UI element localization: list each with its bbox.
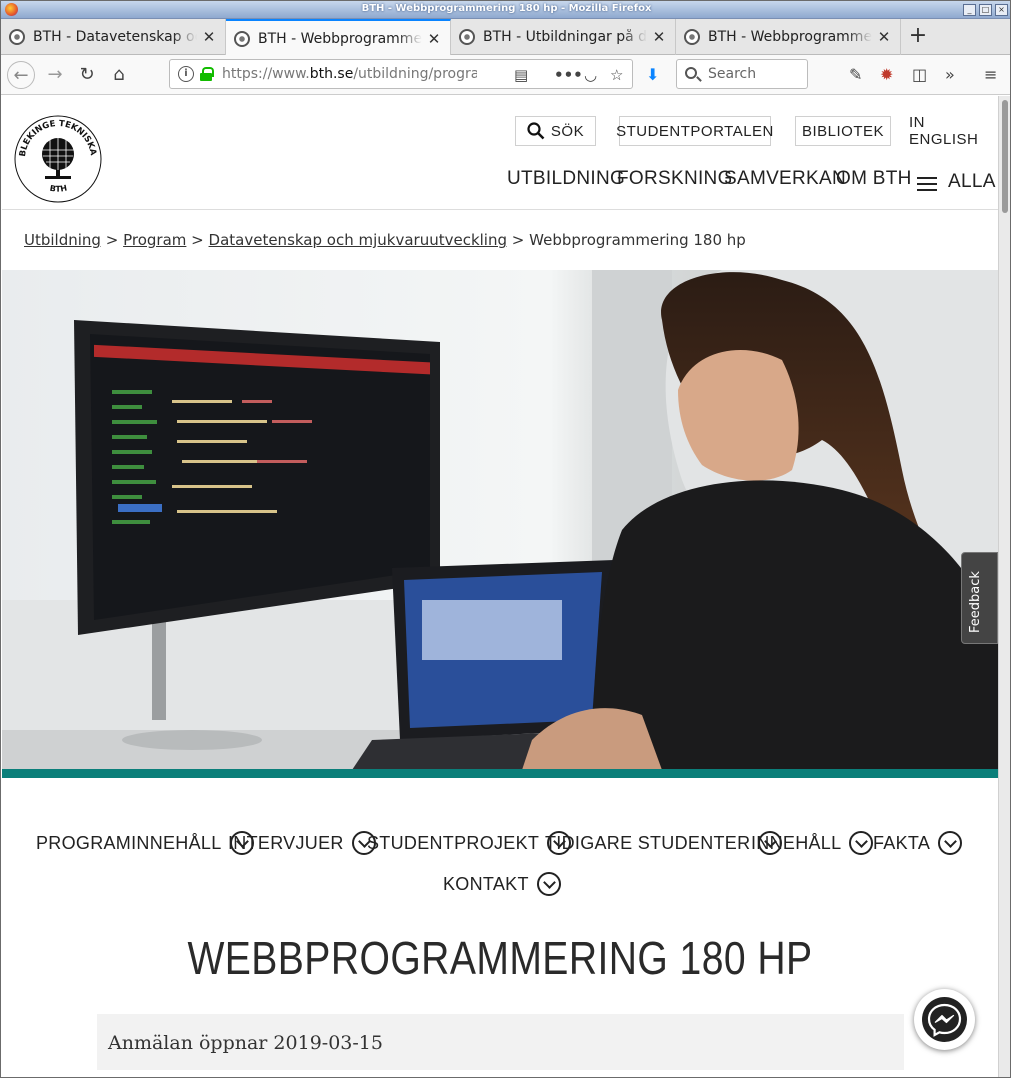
forward-button[interactable]: → xyxy=(41,61,69,89)
url-text[interactable]: https://www.bth.se/utbildning/program/ xyxy=(222,66,477,82)
back-button[interactable]: ← xyxy=(7,61,35,89)
subnav-tidigare-studenter[interactable]: TIDIGARE STUDENTER xyxy=(545,831,783,855)
reader-view-icon[interactable]: ▤ xyxy=(514,66,528,84)
pocket-icon[interactable]: ◡ xyxy=(584,66,597,84)
hero-image xyxy=(2,270,998,770)
nav-samverkan[interactable]: SAMVERKAN xyxy=(724,168,846,190)
navigation-toolbar: ← → ↻ ⌂ i https://www.bth.se/utbildning/… xyxy=(1,55,1010,95)
messenger-icon xyxy=(922,997,967,1042)
chevron-down-icon xyxy=(849,831,874,855)
breadcrumb-separator: > xyxy=(511,231,525,249)
application-info-text: Anmälan öppnar 2019-03-15 xyxy=(108,1032,383,1054)
subnav-fakta[interactable]: FAKTA xyxy=(873,831,963,855)
page-content: BLEKINGE TEKNISKA HÖGSKOLA BTH SÖK STUDE… xyxy=(2,96,998,1077)
close-tab-icon[interactable]: ✕ xyxy=(426,30,442,48)
bth-favicon-icon xyxy=(459,29,475,45)
subnav-label: STUDENTPROJEKT xyxy=(367,832,540,853)
english-link[interactable]: IN ENGLISH xyxy=(909,114,989,148)
page-actions-icon[interactable]: ••• xyxy=(554,66,583,84)
bth-logo[interactable]: BLEKINGE TEKNISKA HÖGSKOLA BTH xyxy=(13,114,103,204)
tab-label: BTH - Webbprogrammering xyxy=(708,29,872,45)
url-bar[interactable]: i https://www.bth.se/utbildning/program/… xyxy=(169,59,633,89)
bth-favicon-icon xyxy=(9,29,25,45)
bth-favicon-icon xyxy=(684,29,700,45)
close-tab-icon[interactable]: ✕ xyxy=(201,28,217,46)
tab-label: BTH - Webbprogrammering xyxy=(258,30,422,47)
subnav-label: KONTAKT xyxy=(443,873,529,894)
library-button[interactable]: BIBLIOTEK xyxy=(795,116,891,146)
info-icon[interactable]: i xyxy=(178,66,194,82)
hamburger-menu-icon[interactable] xyxy=(917,177,937,191)
subnav-label: TIDIGARE STUDENTER xyxy=(545,832,751,853)
tab-webbprogrammering-2[interactable]: BTH - Webbprogrammering ✕ xyxy=(676,19,901,55)
lock-icon[interactable] xyxy=(200,67,214,81)
menu-hamburger-icon[interactable]: ≡ xyxy=(984,65,997,84)
chevron-down-icon xyxy=(536,872,561,896)
subnav-innehall[interactable]: INNEHÅLL xyxy=(751,831,874,855)
sidebar-icon[interactable]: ◫ xyxy=(912,65,927,84)
bookmark-star-icon[interactable]: ☆ xyxy=(610,66,623,84)
page-title: WEBBPROGRAMMERING 180 HP xyxy=(187,932,813,984)
subnav-programinnehall[interactable]: PROGRAMINNEHÅLL xyxy=(36,831,254,855)
title-bar: BTH - Webbprogrammering 180 hp - Mozilla… xyxy=(1,1,1010,19)
eyedropper-icon[interactable]: ✎ xyxy=(849,65,862,84)
nav-om-bth[interactable]: OM BTH xyxy=(836,168,912,190)
tab-bar: BTH - Datavetenskap och ✕ BTH - Webbprog… xyxy=(1,19,1010,56)
search-icon xyxy=(527,122,545,140)
reload-button[interactable]: ↻ xyxy=(73,61,101,89)
new-tab-button[interactable]: + xyxy=(904,19,932,55)
breadcrumb-datavetenskap[interactable]: Datavetenskap och mjukvaruutveckling xyxy=(209,231,507,249)
minimize-button[interactable]: _ xyxy=(963,4,976,16)
tab-utbildningar[interactable]: BTH - Utbildningar på dis ✕ xyxy=(451,19,676,55)
search-bar[interactable]: Search xyxy=(676,59,808,89)
studentportal-button[interactable]: STUDENTPORTALEN xyxy=(616,116,773,146)
search-label: SÖK xyxy=(550,122,585,140)
home-button[interactable]: ⌂ xyxy=(105,61,133,89)
messenger-chat-button[interactable] xyxy=(914,989,975,1050)
breadcrumb-separator: > xyxy=(191,231,204,249)
subnav-label: PROGRAMINNEHÅLL xyxy=(36,832,222,853)
nav-forskning[interactable]: FORSKNING xyxy=(617,168,733,190)
subnav-intervjuer[interactable]: INTERVJUER xyxy=(228,831,376,855)
chevron-down-icon xyxy=(938,831,963,855)
close-tab-icon[interactable]: ✕ xyxy=(876,28,892,46)
subnav-label: FAKTA xyxy=(873,832,931,853)
browser-window: BTH - Webbprogrammering 180 hp - Mozilla… xyxy=(0,0,1011,1078)
bth-favicon-icon xyxy=(234,30,250,47)
subnav-label: INNEHÅLL xyxy=(751,832,842,853)
breadcrumb-current: Webbprogrammering 180 hp xyxy=(529,231,746,249)
search-icon xyxy=(685,67,697,79)
feedback-tab[interactable]: Feedback xyxy=(961,552,998,644)
tab-datavetenskap[interactable]: BTH - Datavetenskap och ✕ xyxy=(1,19,226,55)
search-button[interactable]: SÖK xyxy=(515,116,596,146)
application-info-box: Anmälan öppnar 2019-03-15 xyxy=(97,1014,904,1070)
tab-label: BTH - Datavetenskap och xyxy=(33,29,197,45)
download-icon[interactable]: ⬇ xyxy=(646,65,659,84)
breadcrumb-utbildning[interactable]: Utbildning xyxy=(24,231,101,249)
subnav-label: INTERVJUER xyxy=(228,832,344,853)
maximize-button[interactable]: □ xyxy=(979,4,992,16)
tab-webbprogrammering-active[interactable]: BTH - Webbprogrammering ✕ xyxy=(226,19,451,56)
breadcrumb-separator: > xyxy=(105,231,119,249)
breadcrumb: Utbildning > Program > Datavetenskap och… xyxy=(24,231,746,249)
search-placeholder: Search xyxy=(708,66,757,82)
breadcrumb-program[interactable]: Program xyxy=(123,231,186,249)
tab-label: BTH - Utbildningar på dis xyxy=(483,29,647,45)
page-scrollbar[interactable] xyxy=(998,96,1010,1077)
header-divider xyxy=(2,209,998,210)
scrollbar-thumb[interactable] xyxy=(1002,100,1008,213)
subnav-kontakt[interactable]: KONTAKT xyxy=(443,872,561,896)
svg-text:BTH: BTH xyxy=(49,184,68,194)
nav-alla[interactable]: ALLA xyxy=(948,171,996,193)
overflow-chevron-icon[interactable]: » xyxy=(945,65,955,84)
close-tab-icon[interactable]: ✕ xyxy=(651,28,667,46)
window-title: BTH - Webbprogrammering 180 hp - Mozilla… xyxy=(361,3,652,14)
close-window-button[interactable]: × xyxy=(995,4,1008,16)
nav-utbildning[interactable]: UTBILDNING xyxy=(507,168,625,190)
feedback-label: Feedback xyxy=(968,571,983,633)
extension-icon[interactable]: ✹ xyxy=(880,65,893,84)
subnav-studentprojekt[interactable]: STUDENTPROJEKT xyxy=(367,831,572,855)
accent-bar xyxy=(2,769,998,778)
